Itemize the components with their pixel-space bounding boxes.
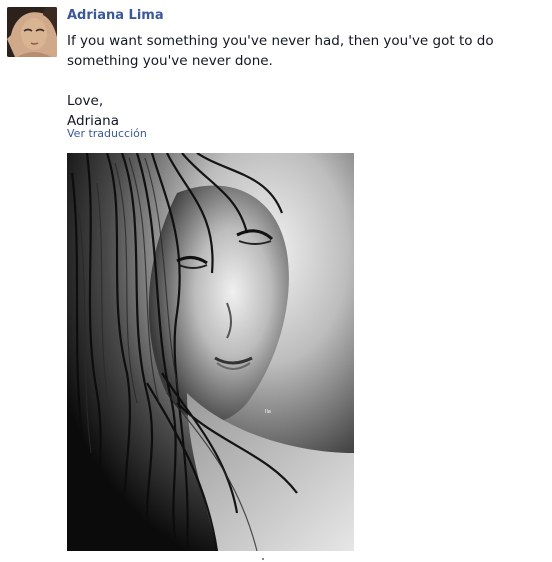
see-translation-link[interactable]: Ver traducción	[67, 127, 147, 140]
author-name-link[interactable]: Adriana Lima	[67, 8, 164, 23]
author-avatar[interactable]	[7, 7, 57, 57]
message-line: If you want something you've never had, …	[67, 33, 494, 49]
facebook-post: Adriana Lima If you want something you'v…	[0, 0, 552, 562]
avatar-image	[7, 7, 57, 57]
portrait-photo-image: Ila	[67, 153, 354, 551]
separator-dot	[262, 558, 264, 560]
photo-watermark: Ila	[265, 409, 271, 415]
message-line: something you've never done.	[67, 53, 273, 69]
message-line: Love,	[67, 93, 104, 109]
message-gap	[67, 71, 537, 91]
post-message: If you want something you've never had, …	[67, 31, 537, 131]
post-photo[interactable]: Ila	[67, 153, 354, 551]
